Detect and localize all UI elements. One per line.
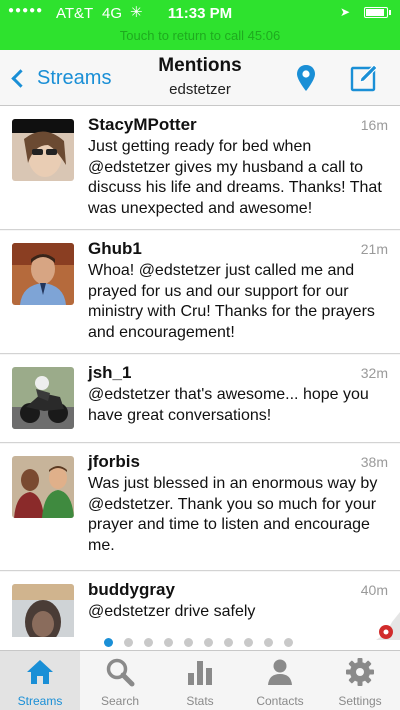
- return-to-call-banner[interactable]: Touch to return to call 45:06: [0, 28, 400, 43]
- pagination-dots[interactable]: [0, 637, 400, 649]
- tab-label: Streams: [17, 694, 63, 708]
- contacts-icon: [268, 659, 292, 685]
- gear-icon: [346, 658, 374, 686]
- tab-streams[interactable]: Streams: [0, 651, 80, 710]
- page-curl-icon[interactable]: [372, 612, 400, 640]
- stats-icon: [188, 661, 212, 685]
- page-subtitle: edstetzer: [169, 81, 231, 98]
- back-button[interactable]: Streams: [8, 64, 111, 92]
- tweet-text: Was just blessed in an enormous way by @…: [88, 475, 378, 554]
- pagination-dot[interactable]: [164, 638, 173, 647]
- avatar[interactable]: [12, 119, 74, 181]
- tweet-item[interactable]: buddygray 40m @edstetzer drive safely: [0, 572, 400, 637]
- tweet-username[interactable]: jsh_1: [88, 363, 131, 383]
- tweet-username[interactable]: jforbis: [88, 452, 140, 472]
- battery-icon: [364, 7, 391, 18]
- avatar[interactable]: [12, 456, 74, 518]
- tab-label: Settings: [338, 694, 382, 708]
- tweet-item[interactable]: jsh_1 32m @edstetzer that's awesome... h…: [0, 355, 400, 443]
- pagination-dot[interactable]: [244, 638, 253, 647]
- tweet-text: @edstetzer drive safely: [88, 603, 256, 620]
- tab-label: Stats: [186, 694, 214, 708]
- mentions-feed[interactable]: StacyMPotter 16m Just getting ready for …: [0, 107, 400, 637]
- tweet-time: 32m: [360, 365, 388, 381]
- pagination-dot[interactable]: [204, 638, 213, 647]
- tab-bar: Streams Search Stats Contacts Settings: [0, 650, 400, 710]
- page-title: Mentions: [158, 55, 242, 76]
- chevron-left-icon: [11, 68, 30, 88]
- location-arrow-icon: ➤: [340, 5, 351, 19]
- pagination-dot[interactable]: [264, 638, 273, 647]
- tab-search[interactable]: Search: [80, 651, 160, 710]
- pagination-dot[interactable]: [144, 638, 153, 647]
- back-button-label: Streams: [37, 66, 112, 89]
- pagination-dot[interactable]: [104, 638, 113, 647]
- tweet-time: 21m: [360, 241, 388, 257]
- avatar[interactable]: [12, 584, 74, 637]
- search-icon: [106, 658, 135, 687]
- home-icon: [27, 660, 53, 684]
- pagination-dot[interactable]: [284, 638, 293, 647]
- tweet-username[interactable]: StacyMPotter: [88, 115, 197, 135]
- tab-label: Contacts: [256, 694, 304, 708]
- tweet-item[interactable]: Ghub1 21m Whoa! @edstetzer just called m…: [0, 231, 400, 354]
- tweet-item[interactable]: StacyMPotter 16m Just getting ready for …: [0, 107, 400, 230]
- tweet-username[interactable]: buddygray: [88, 580, 175, 600]
- pagination-dot[interactable]: [184, 638, 193, 647]
- tweet-time: 16m: [360, 117, 388, 133]
- status-bar: ●●●●● AT&T 4G ✳ 11:33 PM ➤ Touch to retu…: [0, 0, 400, 50]
- location-pin-icon[interactable]: [296, 64, 316, 92]
- nav-bar: Streams Mentions edstetzer: [0, 50, 400, 106]
- pagination-dot[interactable]: [124, 638, 133, 647]
- tab-label: Search: [100, 694, 140, 708]
- tweet-username[interactable]: Ghub1: [88, 239, 142, 259]
- pagination-dot[interactable]: [224, 638, 233, 647]
- tab-contacts[interactable]: Contacts: [240, 651, 320, 710]
- tweet-text: @edstetzer that's awesome... hope you ha…: [88, 386, 369, 424]
- tab-settings[interactable]: Settings: [320, 651, 400, 710]
- tab-stats[interactable]: Stats: [160, 651, 240, 710]
- compose-icon[interactable]: [350, 64, 378, 92]
- tweet-time: 40m: [360, 582, 388, 598]
- avatar[interactable]: [12, 367, 74, 429]
- tweet-text: Whoa! @edstetzer just called me and pray…: [88, 262, 375, 341]
- tweet-text: Just getting ready for bed when @edstetz…: [88, 138, 382, 217]
- tweet-time: 38m: [360, 454, 388, 470]
- avatar[interactable]: [12, 243, 74, 305]
- tweet-item[interactable]: jforbis 38m Was just blessed in an enorm…: [0, 444, 400, 571]
